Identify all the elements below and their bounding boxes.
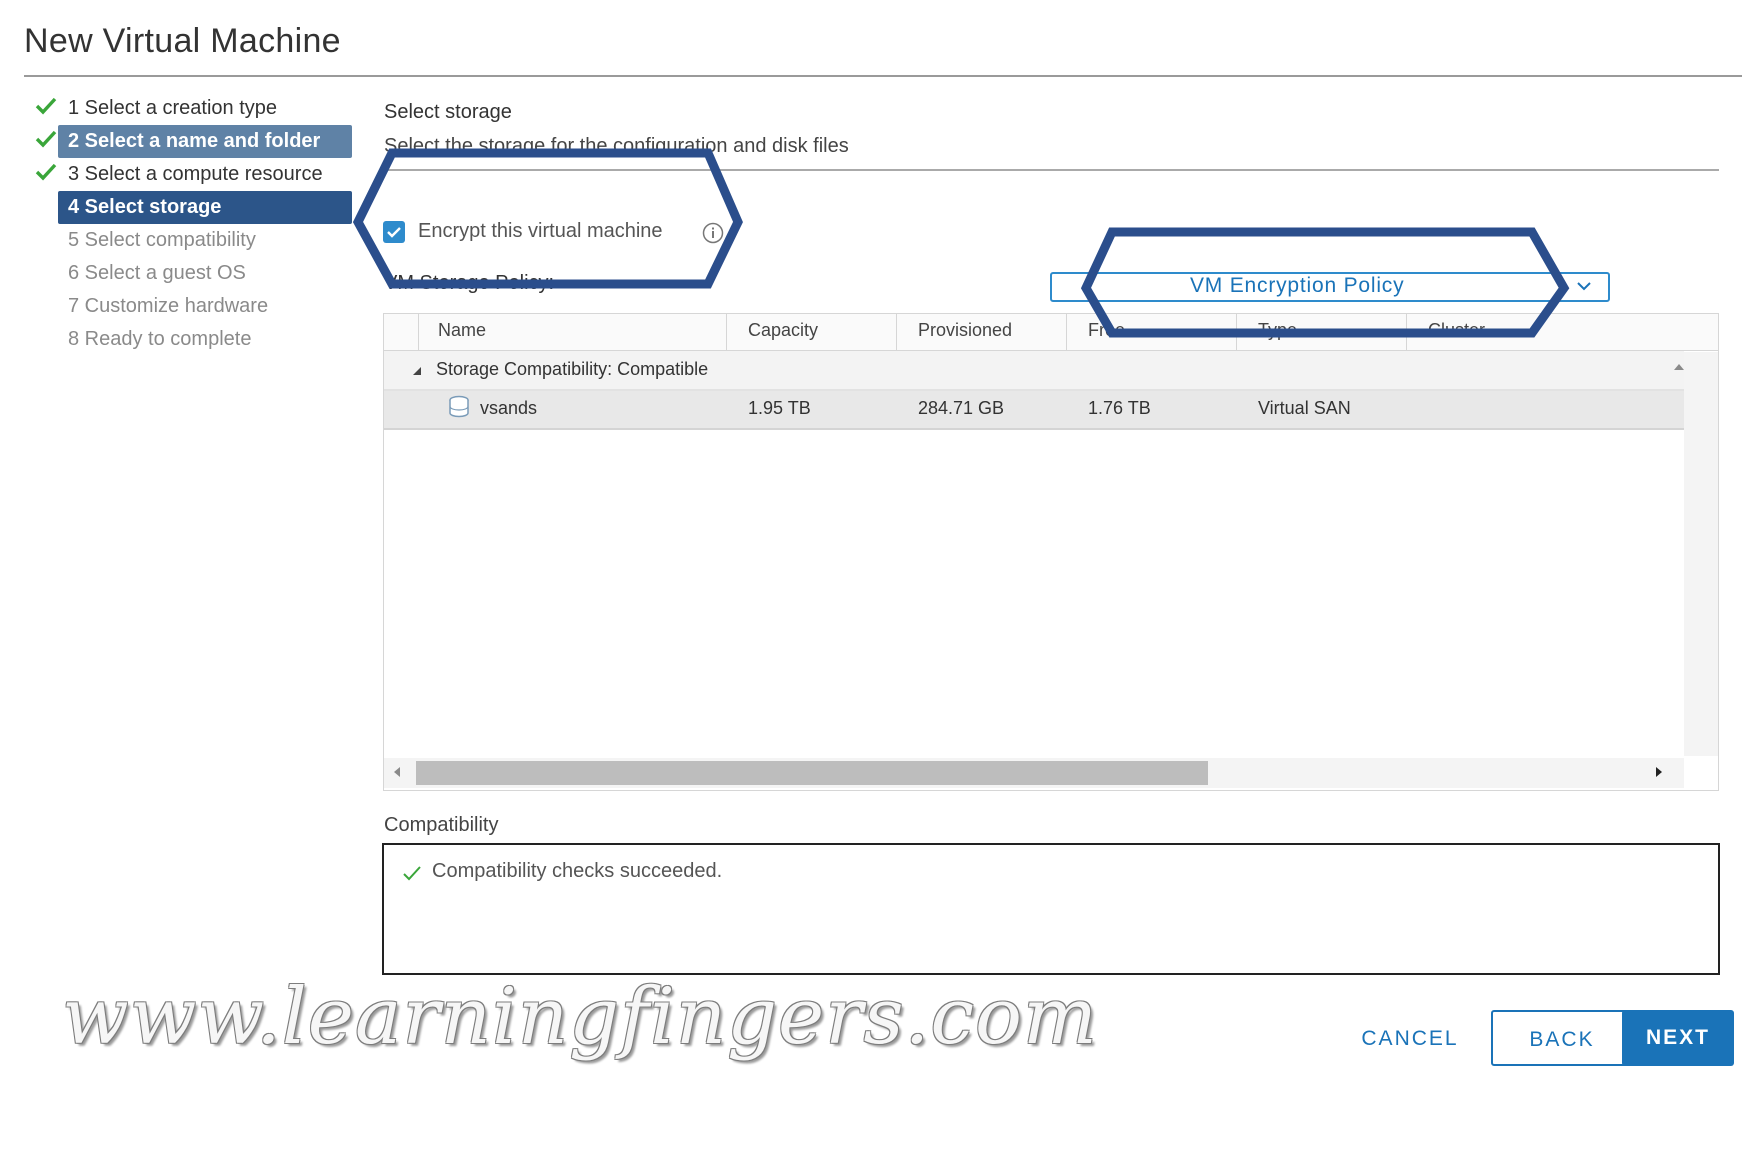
storage-policy-value[interactable]: VM Encryption Policy	[1190, 274, 1404, 298]
column-header-capacity[interactable]: Capacity	[748, 320, 818, 341]
column-header-free[interactable]: Free	[1088, 320, 1125, 341]
cell-free: 1.76 TB	[1088, 398, 1151, 418]
storage-policy-label: VM Storage Policy:	[384, 272, 555, 294]
cell-name: vsands	[480, 398, 538, 418]
vertical-scrollbar[interactable]	[1684, 352, 1718, 756]
compatibility-message: Compatibility checks succeeded.	[432, 860, 723, 882]
column-separator	[418, 314, 419, 350]
scroll-up-icon[interactable]	[1672, 360, 1686, 374]
scroll-left-icon[interactable]	[390, 765, 404, 779]
scroll-right-icon[interactable]	[1652, 765, 1666, 779]
datastore-icon	[449, 395, 469, 418]
wizard-title: New Virtual Machine	[24, 22, 341, 60]
encrypt-checkbox[interactable]	[383, 221, 405, 243]
title-divider	[24, 75, 1742, 77]
info-icon[interactable]	[702, 222, 724, 244]
group-label: Storage Compatibility: Compatible	[436, 359, 709, 379]
next-button[interactable]: NEXT	[1622, 1010, 1734, 1066]
step-1-creation-type[interactable]: 1 Select a creation type	[58, 92, 352, 125]
step-2-name-folder[interactable]: 2 Select a name and folder	[58, 125, 352, 158]
cancel-button[interactable]: CANCEL	[1350, 1011, 1470, 1067]
section-subtitle: Select the storage for the configuration…	[384, 135, 849, 157]
highlight-encrypt-hexagon	[352, 148, 743, 289]
check-icon	[35, 97, 57, 115]
step-6-guest-os: 6 Select a guest OS	[68, 262, 246, 284]
column-header-provisioned[interactable]: Provisioned	[918, 320, 1012, 341]
encrypt-label[interactable]: Encrypt this virtual machine	[418, 220, 663, 243]
section-title: Select storage	[384, 101, 512, 123]
step-5-compatibility: 5 Select compatibility	[68, 229, 256, 251]
chevron-down-icon[interactable]	[1576, 278, 1592, 294]
caret-down-icon[interactable]	[412, 366, 422, 376]
checkbox-check-icon	[387, 227, 401, 238]
step-7-customize-hardware: 7 Customize hardware	[68, 295, 269, 317]
column-header-type[interactable]: Type	[1258, 320, 1297, 341]
column-header-name[interactable]: Name	[438, 320, 486, 341]
column-separator	[1236, 314, 1237, 350]
watermark-logo: www.learningfingers.com	[62, 972, 1098, 1062]
check-icon	[403, 866, 421, 881]
check-icon	[35, 130, 57, 148]
grid-header	[384, 314, 1718, 351]
cell-type: Virtual SAN	[1258, 398, 1351, 418]
column-separator	[1406, 314, 1407, 350]
step-3-compute-resource[interactable]: 3 Select a compute resource	[58, 158, 352, 191]
table-row[interactable]	[384, 391, 1684, 430]
column-separator	[726, 314, 727, 350]
step-8-ready-to-complete: 8 Ready to complete	[68, 328, 252, 350]
back-button[interactable]: BACK	[1491, 1010, 1633, 1066]
horizontal-scroll-thumb[interactable]	[416, 761, 1208, 785]
section-divider	[384, 169, 1719, 171]
column-separator	[896, 314, 897, 350]
step-4-select-storage[interactable]: 4 Select storage	[58, 191, 352, 224]
compatibility-title: Compatibility	[384, 814, 499, 836]
cell-capacity: 1.95 TB	[748, 398, 811, 418]
column-header-cluster[interactable]: Cluster	[1428, 320, 1485, 341]
check-icon	[35, 163, 57, 181]
column-separator	[1066, 314, 1067, 350]
cell-provisioned: 284.71 GB	[918, 398, 1005, 418]
